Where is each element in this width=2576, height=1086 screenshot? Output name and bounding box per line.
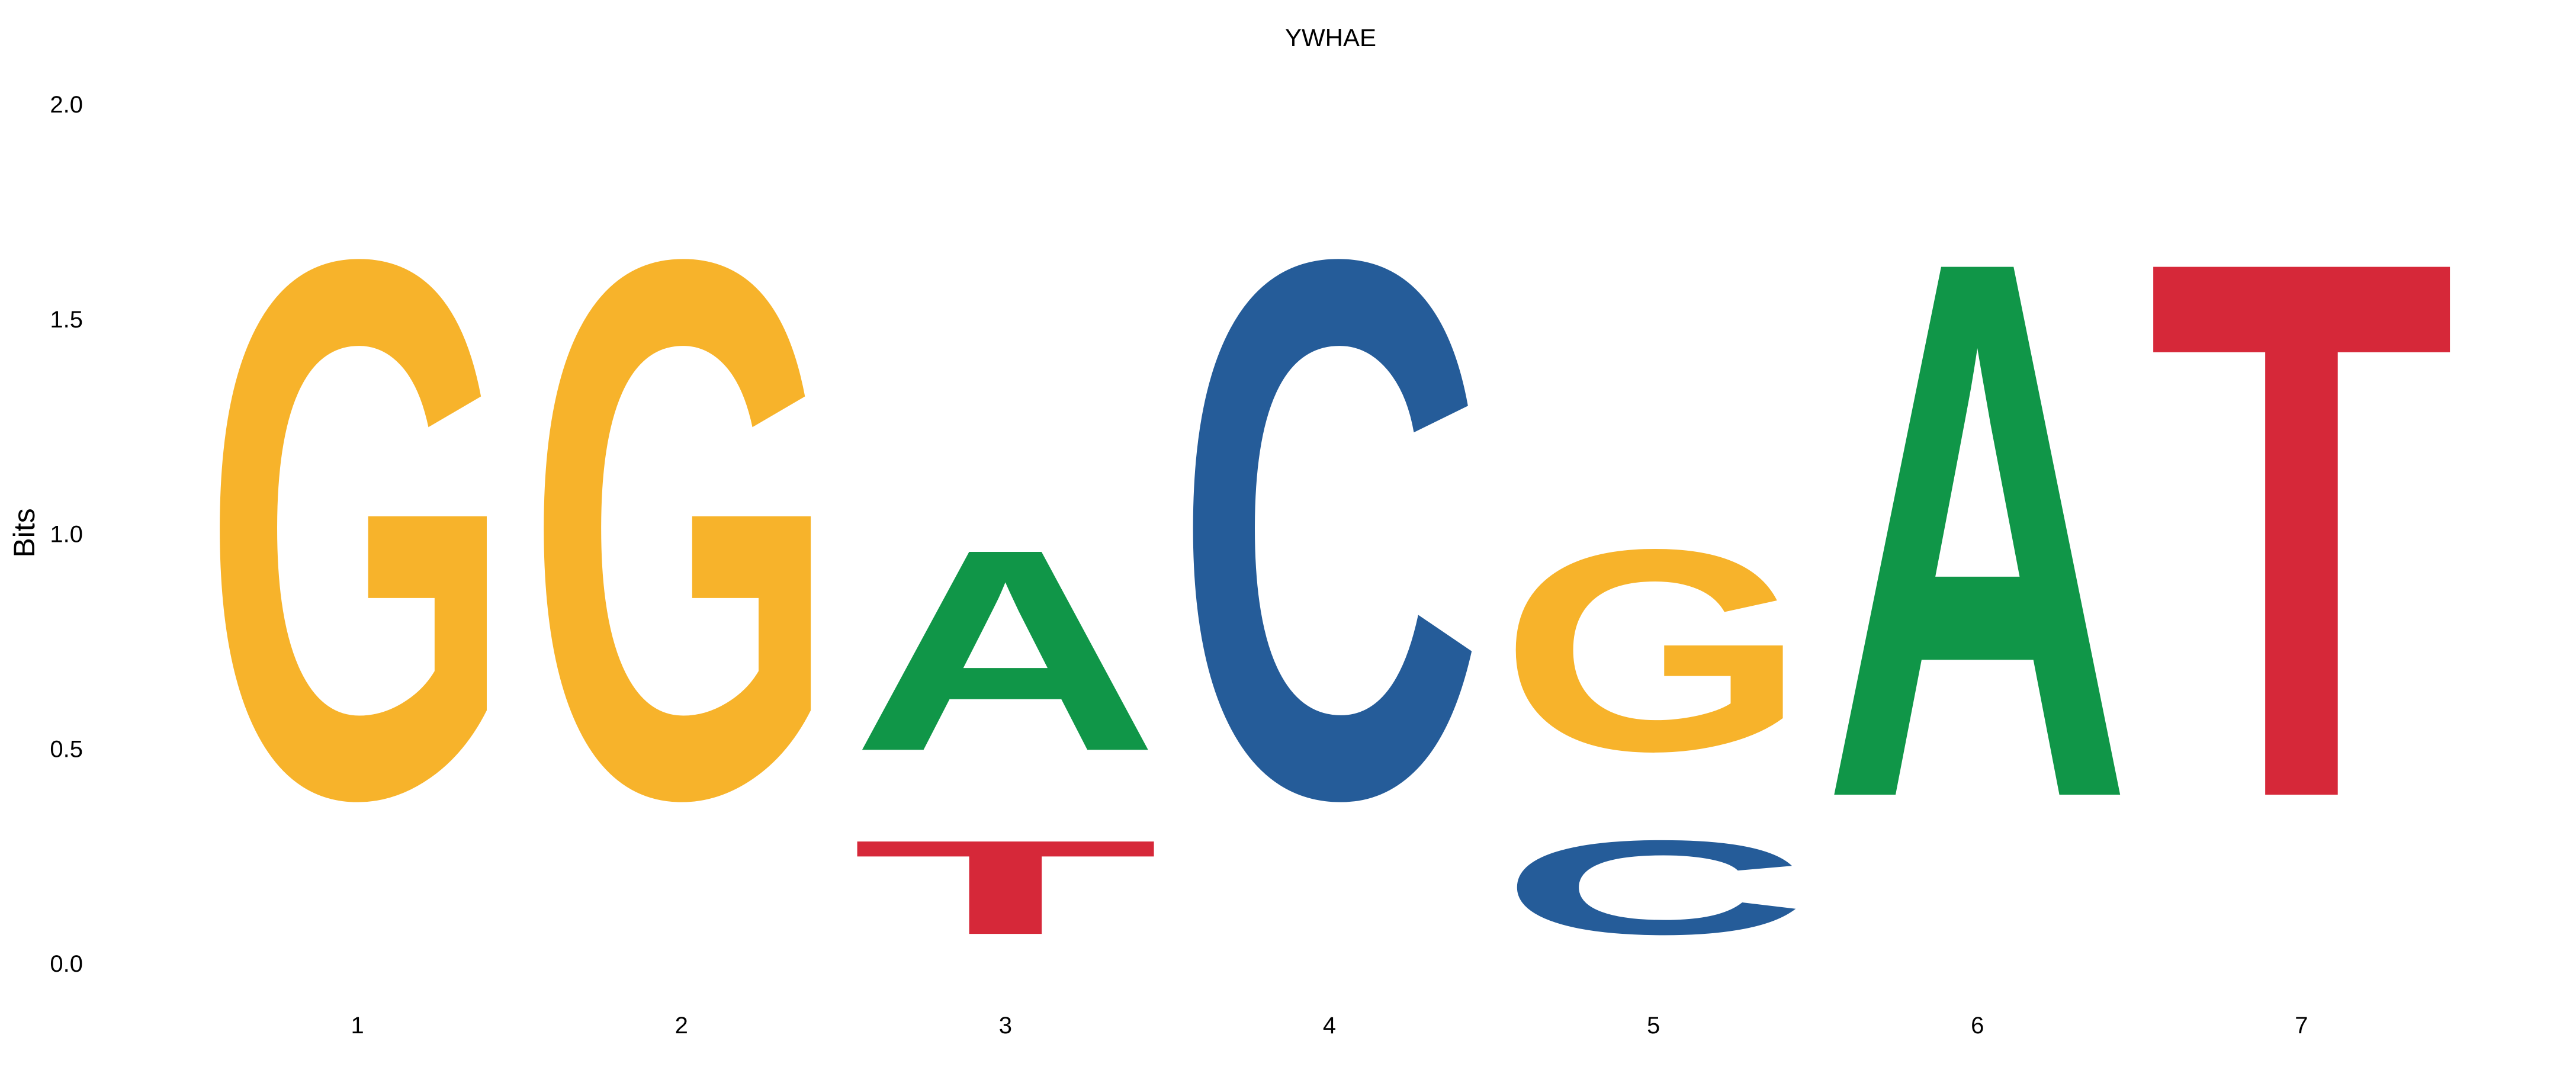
- x-tick-label: 4: [1323, 1013, 1336, 1039]
- logo-letter-a: A: [1823, 101, 2131, 958]
- logo-svg: YWHAE Bits 0.00.51.01.52.0 1234567 G G TA C…: [8, 24, 2456, 1039]
- x-tick-label: 3: [999, 1013, 1012, 1039]
- sequence-logo-chart: YWHAE Bits 0.0 0.5 1.0 1.5 2.0 1234567 GGTAC…: [0, 0, 2576, 1083]
- y-tick-label: 2.0: [50, 92, 83, 118]
- x-tick-label: 1: [351, 1013, 364, 1039]
- logo-letter-t: T: [852, 812, 1159, 962]
- x-axis-ticks: 1 2 3 4 5 6 7: [351, 1013, 2308, 1039]
- x-tick-label: 5: [1647, 1013, 1660, 1039]
- x-tick-label: 7: [2295, 1013, 2308, 1039]
- logo-letter-t: T: [2148, 101, 2456, 958]
- y-tick-label: 1.5: [50, 307, 83, 333]
- logo-letter-g: G: [204, 101, 512, 958]
- y-tick-label: 0.0: [50, 951, 83, 977]
- logo-letter-g: G: [1499, 489, 1807, 811]
- y-axis-title: Bits: [8, 508, 41, 557]
- chart-title: YWHAE: [1285, 24, 1376, 52]
- logo-letter-g: G: [528, 101, 836, 958]
- x-tick-label: 6: [1971, 1013, 1984, 1039]
- y-tick-label: 1.0: [50, 522, 83, 548]
- x-tick-label: 2: [675, 1013, 688, 1039]
- logo-letter-a: A: [852, 490, 1159, 811]
- y-axis-ticks: 0.0 0.5 1.0 1.5 2.0: [50, 92, 83, 977]
- y-tick-label: 0.5: [50, 736, 83, 762]
- logo-letter-c: C: [1175, 101, 1483, 958]
- logo-letters: G G TA C CG A T: [204, 101, 2456, 963]
- logo-letter-c: C: [1499, 812, 1807, 962]
